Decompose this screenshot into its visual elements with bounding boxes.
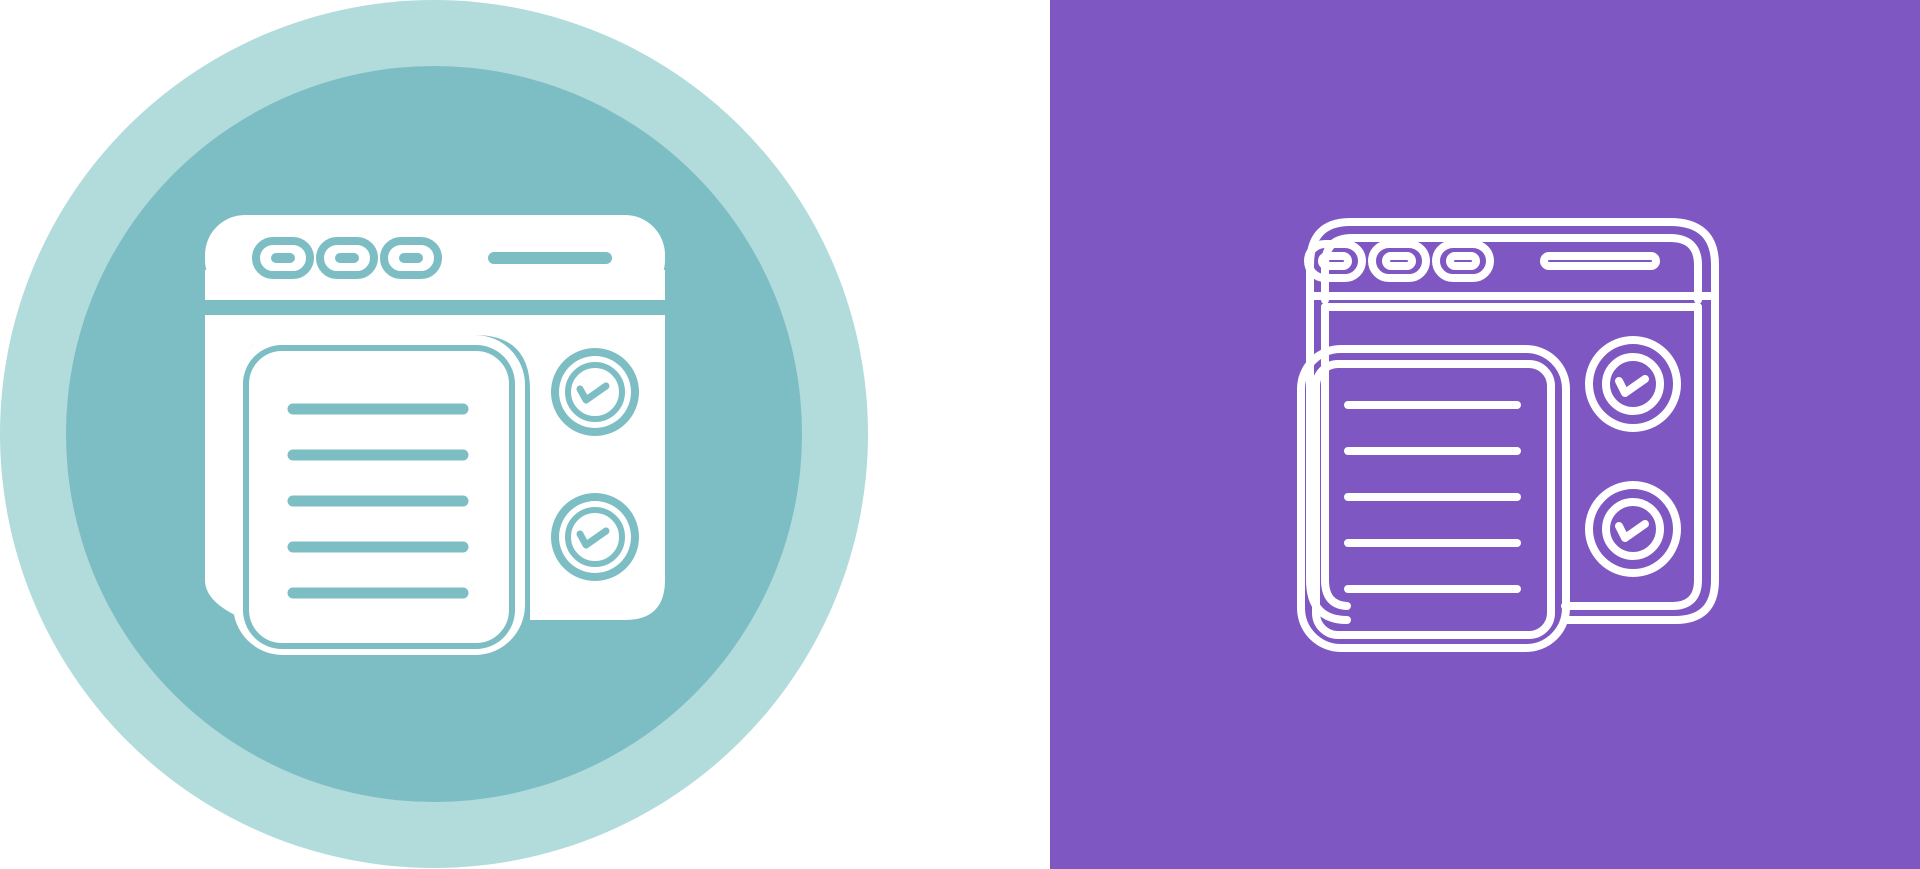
check-circle-icon	[551, 493, 639, 581]
glyph-style-icon	[0, 0, 1050, 869]
window-dot-inner	[271, 253, 295, 263]
glyph-style-panel	[0, 0, 1050, 869]
window-dot-inner	[335, 253, 359, 263]
address-bar	[488, 252, 612, 264]
line-style-panel	[1050, 0, 1920, 869]
browser-checklist-icon	[205, 215, 665, 655]
check-circle-icon	[1585, 481, 1681, 577]
purple-background	[1050, 0, 1920, 869]
check-circle-icon	[551, 348, 639, 436]
line-style-icon	[1050, 0, 1920, 869]
check-circle-icon	[1585, 336, 1681, 432]
icon-showcase	[0, 0, 1920, 869]
window-dot-inner	[399, 253, 423, 263]
